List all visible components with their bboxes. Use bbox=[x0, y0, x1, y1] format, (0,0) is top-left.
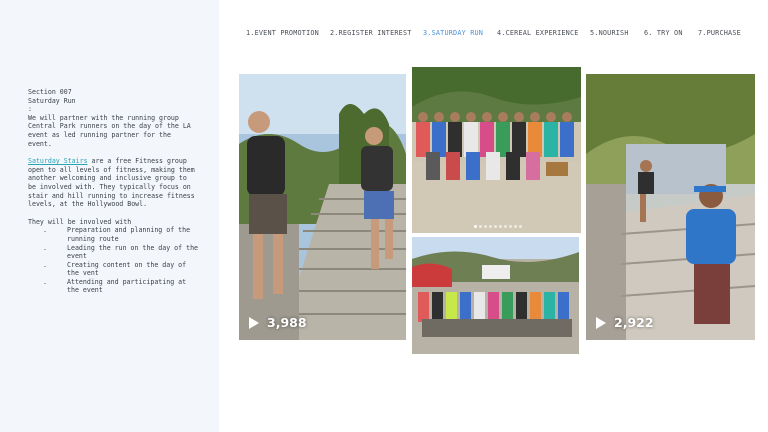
carousel-dots[interactable] bbox=[474, 225, 522, 228]
list-item: . Leading the run on the day of the event bbox=[28, 244, 198, 261]
bullet-marker: . bbox=[43, 277, 47, 286]
runner-video-thumbnail[interactable]: 2,922 bbox=[586, 74, 755, 340]
section-colon: : bbox=[28, 105, 32, 114]
list-item-text: Attending and participating at the event bbox=[67, 277, 187, 295]
section-content: Section 007 Saturday Run : We will partn… bbox=[28, 88, 198, 295]
list-item: . Attending and participating at the even… bbox=[28, 278, 198, 295]
involved-list: . Preparation and planning of the running… bbox=[28, 226, 198, 295]
sidebar: Section 007 Saturday Run : We will partn… bbox=[0, 0, 219, 432]
saturday-stairs-link[interactable]: Saturday Stairs bbox=[28, 157, 88, 165]
group-photo bbox=[412, 67, 581, 233]
list-item-text: Creating content on the day of the vent bbox=[67, 260, 187, 278]
play-icon[interactable] bbox=[596, 316, 606, 329]
bullet-marker: . bbox=[43, 243, 47, 252]
stairs-video-thumbnail[interactable]: 3,988 bbox=[239, 74, 406, 340]
intro-paragraph: We will partner with the running group C… bbox=[28, 113, 191, 148]
group-photo-carousel[interactable] bbox=[412, 67, 581, 233]
view-count: 2,922 bbox=[614, 315, 654, 330]
nav-item-event-promotion[interactable]: 1.EVENT PROMOTION bbox=[246, 29, 319, 37]
list-item-text: Leading the run on the day of the event bbox=[67, 243, 199, 261]
bullet-marker: . bbox=[43, 260, 47, 269]
nav-item-cereal-experience[interactable]: 4.CEREAL EXPERIENCE bbox=[497, 29, 579, 37]
bullet-marker: . bbox=[43, 226, 47, 235]
list-item: . Preparation and planning of the running… bbox=[28, 226, 198, 243]
runner-photo bbox=[586, 74, 755, 340]
stairs-photo bbox=[239, 74, 406, 340]
list-item: . Creating content on the day of the vent bbox=[28, 261, 198, 278]
stadium-photo bbox=[412, 237, 579, 354]
nav-item-nourish[interactable]: 5.NOURISH bbox=[590, 29, 629, 37]
list-item-text: Preparation and planning of the running … bbox=[67, 226, 191, 243]
play-icon[interactable] bbox=[249, 316, 259, 329]
involved-heading: They will be involved with bbox=[28, 217, 132, 226]
views-counter: 2,922 bbox=[596, 315, 654, 330]
section-title: Saturday Run bbox=[28, 96, 76, 105]
nav-item-purchase[interactable]: 7.PURCHASE bbox=[698, 29, 741, 37]
view-count: 3,988 bbox=[267, 315, 307, 330]
section-nav: 1.EVENT PROMOTION 2.REGISTER INTEREST 3.… bbox=[246, 29, 756, 41]
section-label: Section 007 bbox=[28, 88, 72, 96]
nav-item-saturday-run[interactable]: 3.SATURDAY RUN bbox=[423, 29, 483, 37]
views-counter: 3,988 bbox=[249, 315, 307, 330]
nav-item-try-on[interactable]: 6. TRY ON bbox=[644, 29, 683, 37]
partner-description: are a free Fitness group open to all lev… bbox=[28, 157, 195, 209]
stadium-group-photo[interactable] bbox=[412, 237, 579, 354]
nav-item-register-interest[interactable]: 2.REGISTER INTEREST bbox=[330, 29, 412, 37]
partner-paragraph: Saturday Stairs are a free Fitness group… bbox=[28, 157, 198, 209]
